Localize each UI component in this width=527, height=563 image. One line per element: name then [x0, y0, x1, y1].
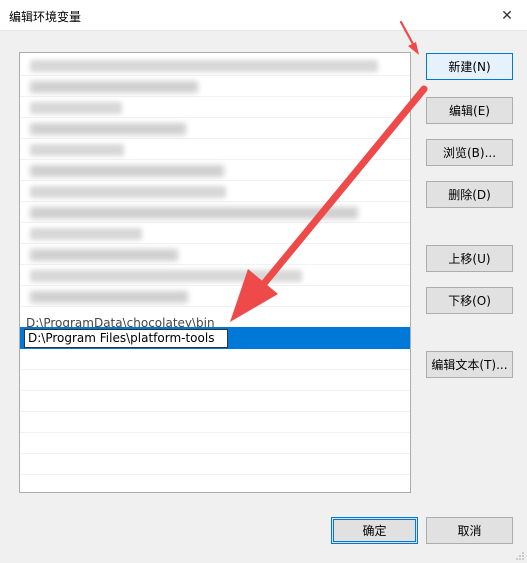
ok-button-label: 确定	[362, 524, 387, 538]
cancel-button-label: 取消	[457, 524, 482, 538]
list-item[interactable]	[20, 286, 410, 307]
title-bar: 编辑环境变量 ✕	[0, 0, 527, 31]
list-item[interactable]	[20, 139, 410, 160]
list-item[interactable]	[20, 160, 410, 181]
list-item[interactable]	[20, 181, 410, 202]
list-item[interactable]	[20, 265, 410, 286]
list-item[interactable]	[20, 391, 410, 412]
close-button[interactable]: ✕	[487, 0, 527, 31]
delete-button[interactable]: 删除(D)	[426, 181, 513, 208]
list-item[interactable]	[20, 244, 410, 265]
browse-button[interactable]: 浏览(B)...	[426, 139, 513, 166]
close-icon: ✕	[501, 7, 513, 24]
move-down-button-label: 下移(O)	[448, 294, 491, 308]
list-item[interactable]	[20, 412, 410, 433]
edit-button-label: 编辑(E)	[449, 104, 490, 118]
edit-text-button[interactable]: 编辑文本(T)...	[426, 351, 513, 378]
list-item[interactable]	[20, 433, 410, 454]
move-up-button[interactable]: 上移(U)	[426, 245, 513, 272]
list-item[interactable]	[20, 76, 410, 97]
list-item-selected[interactable]: D:\Program Files\platform-tools	[20, 327, 410, 349]
list-item[interactable]	[20, 55, 410, 76]
resize-grip-icon[interactable]	[515, 551, 525, 561]
window-title: 编辑环境变量	[9, 10, 82, 24]
new-button-label: 新建(N)	[448, 60, 491, 74]
cancel-button[interactable]: 取消	[426, 517, 513, 544]
list-item[interactable]	[20, 454, 410, 475]
list-item[interactable]	[20, 202, 410, 223]
list-item[interactable]	[20, 223, 410, 244]
browse-button-label: 浏览(B)...	[442, 146, 497, 160]
edit-button[interactable]: 编辑(E)	[426, 97, 513, 124]
move-up-button-label: 上移(U)	[448, 252, 491, 266]
list-item[interactable]	[20, 97, 410, 118]
list-item[interactable]	[20, 475, 410, 492]
edit-text-button-label: 编辑文本(T)...	[431, 358, 508, 372]
list-item[interactable]	[20, 370, 410, 391]
list-item-partial[interactable]: D:\ProgramData\chocolatey\bin	[20, 307, 410, 328]
path-list[interactable]: D:\ProgramData\chocolatey\bin D:\Program…	[19, 52, 411, 493]
delete-button-label: 删除(D)	[448, 188, 491, 202]
list-item[interactable]	[20, 349, 410, 370]
path-edit-input[interactable]: D:\Program Files\platform-tools	[24, 329, 228, 348]
ok-button[interactable]: 确定	[331, 517, 418, 544]
new-button[interactable]: 新建(N)	[426, 53, 513, 80]
move-down-button[interactable]: 下移(O)	[426, 287, 513, 314]
list-item[interactable]	[20, 118, 410, 139]
